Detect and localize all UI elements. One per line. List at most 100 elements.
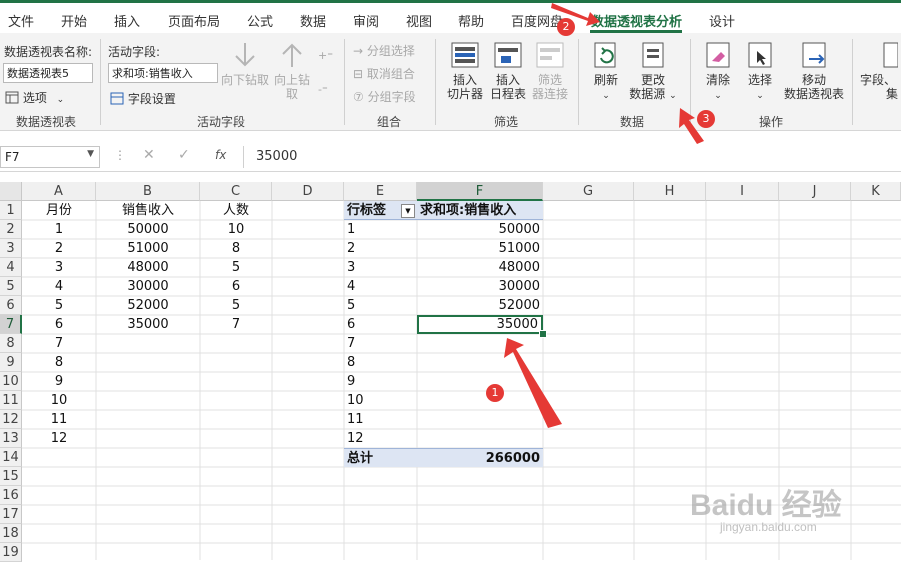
drill-up-button[interactable]: 向上钻 取 [270,41,314,101]
row-header[interactable]: 15 [0,467,22,486]
pivot-value-cell[interactable]: 50000 [417,220,543,239]
insert-function-icon[interactable]: fx [215,148,226,162]
pivot-label-cell[interactable]: 4 [344,277,417,296]
pivot-label-cell[interactable]: 6 [344,315,417,334]
row-header[interactable]: 6 [0,296,22,315]
options-button[interactable]: 选项 ⌄ [5,89,64,106]
col-header-k[interactable]: K [851,182,901,201]
field-list-button[interactable]: 字段、 集 [860,41,900,101]
select-all-corner[interactable] [0,182,22,201]
field-settings-button[interactable]: 字段设置 [110,90,176,107]
row-header[interactable]: 19 [0,543,22,562]
col-header-a[interactable]: A [22,182,96,201]
change-data-source-button[interactable]: 更改 数据源 ⌄ [628,41,678,103]
col-header-d[interactable]: D [272,182,344,201]
col-header-b[interactable]: B [96,182,200,201]
row-header[interactable]: 3 [0,239,22,258]
pivot-value-cell[interactable]: 52000 [417,296,543,315]
confirm-icon[interactable]: ✓ [178,147,190,163]
active-field-input[interactable] [108,63,218,83]
pivot-label-cell[interactable]: 10 [344,391,417,410]
clear-button[interactable]: 清除 ⌄ [700,41,736,103]
cell-month[interactable]: 5 [22,296,96,315]
pivot-label-cell[interactable]: 12 [344,429,417,448]
row-header[interactable]: 17 [0,505,22,524]
tab-page-layout[interactable]: 页面布局 [168,11,220,30]
col-header-g[interactable]: G [543,182,634,201]
refresh-button[interactable]: 刷新 ⌄ [586,41,626,103]
row-header[interactable]: 5 [0,277,22,296]
pivot-label-cell[interactable]: 5 [344,296,417,315]
pivot-value-cell[interactable]: 48000 [417,258,543,277]
row-header[interactable]: 10 [0,372,22,391]
cell-month[interactable]: 1 [22,220,96,239]
col-header-j[interactable]: J [779,182,851,201]
pivot-label-cell[interactable]: 1 [344,220,417,239]
drill-down-button[interactable]: 向下钻取 [220,41,270,87]
cell-sales[interactable]: 35000 [96,315,200,334]
insert-timeline-button[interactable]: 插入 日程表 [486,41,530,101]
cancel-icon[interactable]: ✕ [143,147,155,163]
cell-sales[interactable]: 50000 [96,220,200,239]
tab-design[interactable]: 设计 [709,11,735,30]
row-header[interactable]: 12 [0,410,22,429]
cell-month[interactable]: 6 [22,315,96,334]
filter-dropdown-icon[interactable]: ▼ [401,204,415,218]
cell-month[interactable]: 10 [22,391,96,410]
group-selection-button[interactable]: → 分组选择 [353,42,415,59]
cell-month[interactable]: 11 [22,410,96,429]
cell-month[interactable]: 4 [22,277,96,296]
cell-c1[interactable]: 人数 [200,201,272,220]
tab-help[interactable]: 帮助 [458,11,484,30]
row-header[interactable]: 4 [0,258,22,277]
row-header[interactable]: 16 [0,486,22,505]
pivot-value-cell[interactable]: 30000 [417,277,543,296]
ungroup-button[interactable]: ⊟ 取消组合 [353,65,415,82]
pivot-name-input[interactable] [3,63,93,83]
pivot-label-cell[interactable]: 2 [344,239,417,258]
cell-headcount[interactable]: 6 [200,277,272,296]
tab-baidu-netdisk[interactable]: 百度网盘 [511,11,563,30]
pivot-label-cell[interactable]: 8 [344,353,417,372]
insert-slicer-button[interactable]: 插入 切片器 [442,41,488,101]
cell-headcount[interactable]: 5 [200,296,272,315]
tab-formulas[interactable]: 公式 [247,11,273,30]
tab-view[interactable]: 视图 [406,11,432,30]
formula-input[interactable]: 35000 [256,149,297,164]
pivot-value-cell-selected[interactable]: 35000 [417,315,543,334]
cell-month[interactable]: 2 [22,239,96,258]
tab-data[interactable]: 数据 [300,11,326,30]
col-header-c[interactable]: C [200,182,272,201]
cell-headcount[interactable]: 8 [200,239,272,258]
row-header[interactable]: 18 [0,524,22,543]
pivot-value-header[interactable]: 求和项:销售收入 [417,201,543,220]
cell-headcount[interactable]: 5 [200,258,272,277]
pivot-label-cell[interactable]: 11 [344,410,417,429]
row-header[interactable]: 13 [0,429,22,448]
pivot-total-value[interactable]: 266000 [417,448,543,467]
cell-month[interactable]: 8 [22,353,96,372]
pivot-label-cell[interactable]: 7 [344,334,417,353]
tab-review[interactable]: 审阅 [353,11,379,30]
row-header[interactable]: 9 [0,353,22,372]
row-header[interactable]: 8 [0,334,22,353]
cell-month[interactable]: 7 [22,334,96,353]
col-header-h[interactable]: H [634,182,706,201]
cell-month[interactable]: 12 [22,429,96,448]
col-header-i[interactable]: I [706,182,779,201]
pivot-row-label-header[interactable]: 行标签 ▼ [344,201,417,220]
row-header[interactable]: 14 [0,448,22,467]
cell-headcount[interactable]: 10 [200,220,272,239]
tab-file[interactable]: 文件 [8,11,34,30]
cell-sales[interactable]: 51000 [96,239,200,258]
tab-insert[interactable]: 插入 [114,11,140,30]
cell-a1[interactable]: 月份 [22,201,96,220]
select-button[interactable]: 选择 ⌄ [740,41,780,103]
tab-home[interactable]: 开始 [61,11,87,30]
col-header-f[interactable]: F [417,182,543,201]
cell-sales[interactable]: 30000 [96,277,200,296]
row-header[interactable]: 1 [0,201,22,220]
col-header-e[interactable]: E [344,182,417,201]
name-box[interactable]: F7 ▼ [0,146,100,168]
pivot-value-cell[interactable]: 51000 [417,239,543,258]
